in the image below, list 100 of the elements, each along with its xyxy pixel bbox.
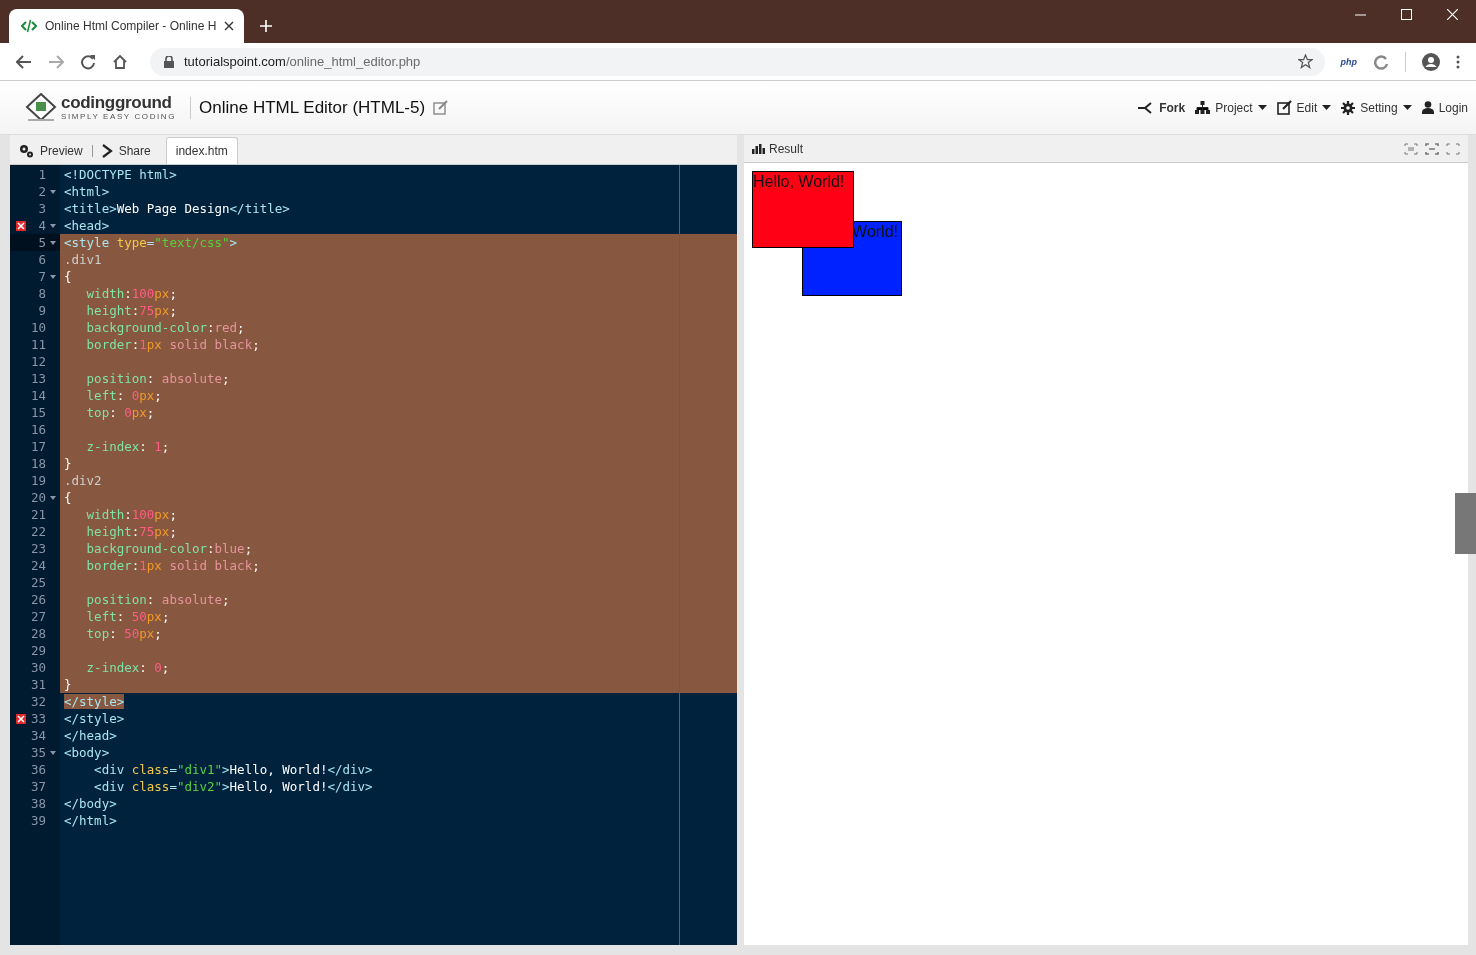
line-number: 24 xyxy=(29,557,46,574)
code-line: .div2 xyxy=(64,473,102,488)
fold-arrow-icon[interactable] xyxy=(50,223,56,228)
logo-tagline: SIMPLY EASY CODING xyxy=(61,112,177,121)
lock-icon xyxy=(164,55,174,68)
line-number: 11 xyxy=(29,336,46,353)
scrollbar-thumb[interactable] xyxy=(1455,493,1476,554)
line-number: 6 xyxy=(37,251,46,268)
code-line: position: absolute; xyxy=(85,371,230,386)
code-line: z-index: 0; xyxy=(85,660,170,675)
nav-link[interactable]: Project xyxy=(1195,100,1267,115)
line-number: 18 xyxy=(29,455,46,472)
code-line: { xyxy=(64,490,72,505)
code-editor[interactable] xyxy=(10,165,737,945)
extension-label[interactable]: php xyxy=(1340,56,1357,67)
menu-icon[interactable] xyxy=(1456,54,1460,69)
code-line: </html> xyxy=(64,813,117,828)
edit-icon[interactable] xyxy=(433,100,449,115)
home-icon[interactable] xyxy=(112,53,128,70)
result-box: Hello, World! xyxy=(752,171,854,248)
line-number: 19 xyxy=(29,472,46,489)
profile-icon[interactable] xyxy=(1422,52,1440,71)
code-line: top: 50px; xyxy=(85,626,162,641)
page-title: Online HTML Editor (HTML-5) xyxy=(199,97,426,118)
line-number: 16 xyxy=(29,421,46,438)
logo-name: codingground xyxy=(61,94,173,112)
code-line: </style> xyxy=(64,711,125,726)
nav-link[interactable]: Edit xyxy=(1276,100,1332,115)
line-number: 26 xyxy=(29,591,46,608)
chevron-icon xyxy=(101,144,113,158)
code-line: background-color:red; xyxy=(85,320,245,335)
gears-icon xyxy=(19,144,34,158)
code-line: height:75px; xyxy=(85,524,177,539)
code-line: position: absolute; xyxy=(85,592,230,607)
line-number: 21 xyxy=(29,506,46,523)
line-number: 38 xyxy=(29,795,46,812)
fold-arrow-icon[interactable] xyxy=(50,240,56,245)
bar-chart-icon xyxy=(752,143,765,154)
code-line: .div1 xyxy=(64,252,102,267)
address-bar[interactable]: tutorialspoint.com/online_html_editor.php xyxy=(150,47,1325,76)
maximize-icon[interactable] xyxy=(1401,9,1412,20)
fold-arrow-icon[interactable] xyxy=(50,274,56,279)
line-number: 34 xyxy=(29,727,46,744)
code-line: width:100px; xyxy=(85,286,177,301)
browser-tab[interactable]: Online Html Compiler - Online H xyxy=(9,9,245,43)
code-line: </head> xyxy=(64,728,117,743)
fold-arrow-icon[interactable] xyxy=(50,189,56,194)
nav-link[interactable]: Login xyxy=(1421,100,1468,115)
reload-icon[interactable] xyxy=(80,53,96,70)
nav-link[interactable]: Setting xyxy=(1341,100,1412,115)
back-icon[interactable] xyxy=(16,54,32,69)
user-icon xyxy=(1421,101,1434,114)
editor-tab[interactable]: Share xyxy=(92,138,160,164)
code-line: { xyxy=(64,269,72,284)
caret-icon xyxy=(1322,105,1332,110)
line-number: 2 xyxy=(37,183,46,200)
code-line: <title>Web Page Design</title> xyxy=(64,201,290,216)
code-line: z-index: 1; xyxy=(85,439,170,454)
code-line: left: 0px; xyxy=(85,388,162,403)
code-line: width:100px; xyxy=(85,507,177,522)
line-number: 15 xyxy=(29,404,46,421)
line-number: 33 xyxy=(29,710,46,727)
caret-icon xyxy=(1257,105,1267,110)
restore-icon[interactable] xyxy=(1425,142,1439,155)
code-line: border:1px solid black; xyxy=(85,337,260,352)
refresh-extension-icon[interactable] xyxy=(1373,53,1389,70)
code-line: <html> xyxy=(64,184,110,199)
nav-link[interactable]: Fork xyxy=(1138,100,1186,115)
code-icon xyxy=(21,19,37,33)
star-icon[interactable] xyxy=(1297,54,1313,69)
line-number: 20 xyxy=(29,489,46,506)
line-number: 28 xyxy=(29,625,46,642)
edit-icon xyxy=(1276,100,1292,115)
line-number: 30 xyxy=(29,659,46,676)
line-number: 29 xyxy=(29,642,46,659)
sitemap-icon xyxy=(1195,101,1211,114)
line-number: 23 xyxy=(29,540,46,557)
logo-icon xyxy=(25,92,57,123)
fold-arrow-icon[interactable] xyxy=(50,750,56,755)
code-line: border:1px solid black; xyxy=(85,558,260,573)
line-number: 14 xyxy=(29,387,46,404)
code-line: } xyxy=(64,456,72,471)
code-line: <style type="text/css"> xyxy=(64,235,238,250)
line-number: 1 xyxy=(37,166,46,183)
new-tab-icon[interactable] xyxy=(260,20,273,32)
result-label: Result xyxy=(769,141,803,156)
code-line: <!DOCTYPE html> xyxy=(64,167,177,182)
code-line: top: 0px; xyxy=(85,405,155,420)
url-text: tutorialspoint.com/online_html_editor.php xyxy=(184,54,422,69)
line-number: 10 xyxy=(29,319,46,336)
line-number: 25 xyxy=(29,574,46,591)
line-number: 22 xyxy=(29,523,46,540)
code-line: <div class="div1">Hello, World!</div> xyxy=(93,762,373,777)
line-number: 4 xyxy=(37,217,46,234)
editor-tab[interactable]: index.htm xyxy=(165,137,238,164)
gear-icon xyxy=(1341,100,1356,115)
code-line: <div class="div2">Hello, World!</div> xyxy=(93,779,373,794)
editor-tab[interactable]: Preview xyxy=(10,145,93,157)
close-icon[interactable] xyxy=(224,21,235,31)
fold-arrow-icon[interactable] xyxy=(50,495,56,500)
